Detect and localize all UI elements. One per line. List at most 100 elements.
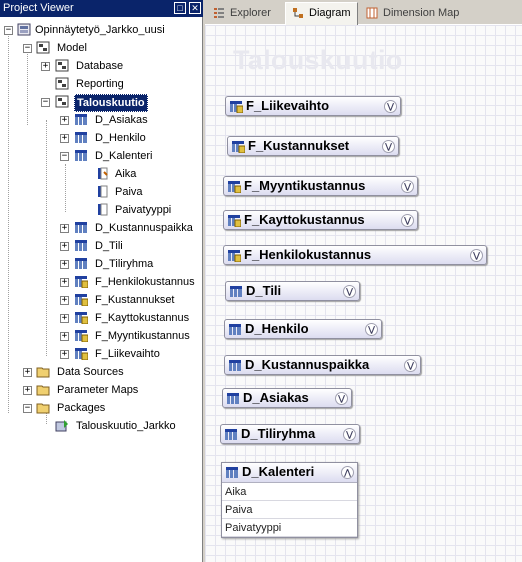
entity-label: F_Myyntikustannus — [244, 178, 366, 193]
diagram-icon — [293, 8, 303, 18]
dimension-icon — [75, 258, 87, 269]
expand-toggle-icon[interactable]: + — [60, 314, 69, 323]
tree-label-package: Talouskuutio_Jarkko — [76, 420, 176, 432]
expand-toggle-icon[interactable]: + — [60, 134, 69, 143]
namespace-icon — [36, 41, 50, 54]
entity-field[interactable]: Aika — [222, 483, 357, 501]
collapse-toggle-icon[interactable]: − — [4, 26, 13, 35]
expand-toggle-icon[interactable]: + — [23, 386, 32, 395]
chevron-down-icon[interactable]: ⋁ — [470, 249, 483, 262]
chevron-down-icon[interactable]: ⋁ — [382, 140, 395, 153]
query-item-icon — [98, 203, 108, 216]
fact-icon — [75, 348, 88, 360]
project-tree: − Opinnäytetyö_Jarkko_uusi − Model + Dat… — [0, 20, 203, 560]
editor-pane: Explorer Diagram Dimension Map Talouskuu… — [205, 0, 522, 562]
entity-d-tiliryhma[interactable]: D_Tiliryhma ⋁ — [220, 424, 360, 444]
diagram-canvas[interactable]: Talouskuutio F_Liikevaihto ⋁ F_Kustannuk… — [205, 25, 522, 562]
chevron-down-icon[interactable]: ⋁ — [365, 323, 378, 336]
entity-d-henkilo[interactable]: D_Henkilo ⋁ — [224, 319, 382, 339]
entity-d-kustannuspaikka[interactable]: D_Kustannuspaikka ⋁ — [224, 355, 421, 375]
tree-item-label: D_Henkilo — [95, 132, 146, 144]
chevron-up-icon[interactable]: ⋀ — [341, 466, 354, 479]
close-pane-button[interactable]: ✕ — [189, 2, 201, 14]
entity-f-kustannukset[interactable]: F_Kustannukset ⋁ — [227, 136, 399, 156]
dimension-icon — [75, 114, 87, 125]
folder-icon — [36, 367, 50, 378]
expand-toggle-icon[interactable]: + — [60, 116, 69, 125]
chevron-down-icon[interactable]: ⋁ — [401, 214, 414, 227]
tree-item-label: F_Henkilokustannus — [95, 276, 195, 288]
expand-toggle-icon[interactable]: + — [60, 296, 69, 305]
dimension-icon — [75, 150, 87, 161]
entity-f-kayttokustannus[interactable]: F_Kayttokustannus ⋁ — [223, 210, 418, 230]
tree-item-label: D_Asiakas — [95, 114, 148, 126]
entity-f-henkilokustannus[interactable]: F_Henkilokustannus ⋁ — [223, 245, 487, 265]
dimension-icon — [75, 132, 87, 143]
entity-label: D_Tili — [246, 283, 282, 298]
dimension-icon — [229, 324, 241, 335]
chevron-down-icon[interactable]: ⋁ — [335, 392, 348, 405]
expand-toggle-icon[interactable]: + — [60, 278, 69, 287]
dimension-icon — [75, 222, 87, 233]
folder-icon — [36, 403, 50, 414]
dimension-icon — [75, 240, 87, 251]
entity-label: D_Kalenteri — [242, 464, 315, 479]
tree-item-label: D_Tili — [95, 240, 123, 252]
tab-dimension-map[interactable]: Dimension Map — [360, 3, 460, 24]
fact-icon — [228, 215, 241, 227]
entity-f-myyntikustannus[interactable]: F_Myyntikustannus ⋁ — [223, 176, 418, 196]
namespace-icon — [55, 59, 69, 72]
entity-label: F_Liikevaihto — [246, 98, 330, 113]
tree-label-parameter-maps: Parameter Maps — [57, 384, 139, 396]
fact-icon — [75, 294, 88, 306]
tree-label-model: Model — [57, 42, 87, 54]
fact-icon — [75, 276, 88, 288]
tree-item-label: F_Liikevaihto — [95, 348, 160, 360]
tree-item-label: F_Myyntikustannus — [95, 330, 190, 342]
folder-icon — [36, 385, 50, 396]
tab-label: Dimension Map — [383, 7, 460, 19]
tree-subitem-label: Aika — [115, 168, 137, 180]
chevron-down-icon[interactable]: ⋁ — [343, 428, 356, 441]
expand-toggle-icon[interactable]: + — [60, 332, 69, 341]
package-icon — [55, 420, 68, 432]
tree-item-label: D_Tiliryhma — [95, 258, 154, 270]
expand-toggle-icon[interactable]: + — [60, 224, 69, 233]
expand-toggle-icon[interactable]: + — [23, 368, 32, 377]
expand-toggle-icon[interactable]: + — [60, 260, 69, 269]
entity-field[interactable]: Paiva — [222, 501, 357, 519]
query-item-icon — [98, 185, 108, 198]
tree-item-label: F_Kayttokustannus — [95, 312, 190, 324]
entity-field[interactable]: Paivatyyppi — [222, 519, 357, 537]
entity-label: D_Asiakas — [243, 390, 309, 405]
chevron-down-icon[interactable]: ⋁ — [401, 180, 414, 193]
namespace-icon — [55, 95, 69, 108]
maximize-pane-button[interactable]: □ — [174, 2, 186, 14]
chevron-down-icon[interactable]: ⋁ — [404, 359, 417, 372]
expand-toggle-icon[interactable]: + — [60, 350, 69, 359]
entity-label: F_Kayttokustannus — [244, 212, 365, 227]
entity-d-kalenteri[interactable]: D_Kalenteri ⋀ Aika Paiva Paivatyyppi — [221, 462, 358, 538]
collapse-toggle-icon[interactable]: − — [41, 98, 50, 107]
tab-explorer[interactable]: Explorer — [207, 3, 283, 24]
tree-label-database: Database — [76, 60, 124, 72]
expand-toggle-icon[interactable]: + — [60, 242, 69, 251]
collapse-toggle-icon[interactable]: − — [23, 404, 32, 413]
chevron-down-icon[interactable]: ⋁ — [343, 285, 356, 298]
collapse-toggle-icon[interactable]: − — [60, 152, 69, 161]
fact-icon — [75, 330, 88, 342]
tree-item-label: D_Kalenteri — [95, 150, 153, 162]
dimension-icon — [226, 467, 238, 478]
entity-f-liikevaihto[interactable]: F_Liikevaihto ⋁ — [225, 96, 401, 116]
entity-d-asiakas[interactable]: D_Asiakas ⋁ — [222, 388, 352, 408]
collapse-toggle-icon[interactable]: − — [23, 44, 32, 53]
entity-d-tili[interactable]: D_Tili ⋁ — [225, 281, 360, 301]
fact-icon — [228, 250, 241, 262]
namespace-icon — [55, 77, 69, 90]
tree-item-label: D_Kustannuspaikka — [95, 222, 193, 234]
expand-toggle-icon[interactable]: + — [41, 62, 50, 71]
chevron-down-icon[interactable]: ⋁ — [384, 100, 397, 113]
tab-diagram[interactable]: Diagram — [285, 2, 358, 25]
dimension-icon — [229, 360, 241, 371]
entity-header[interactable]: D_Kalenteri ⋀ — [222, 463, 357, 483]
